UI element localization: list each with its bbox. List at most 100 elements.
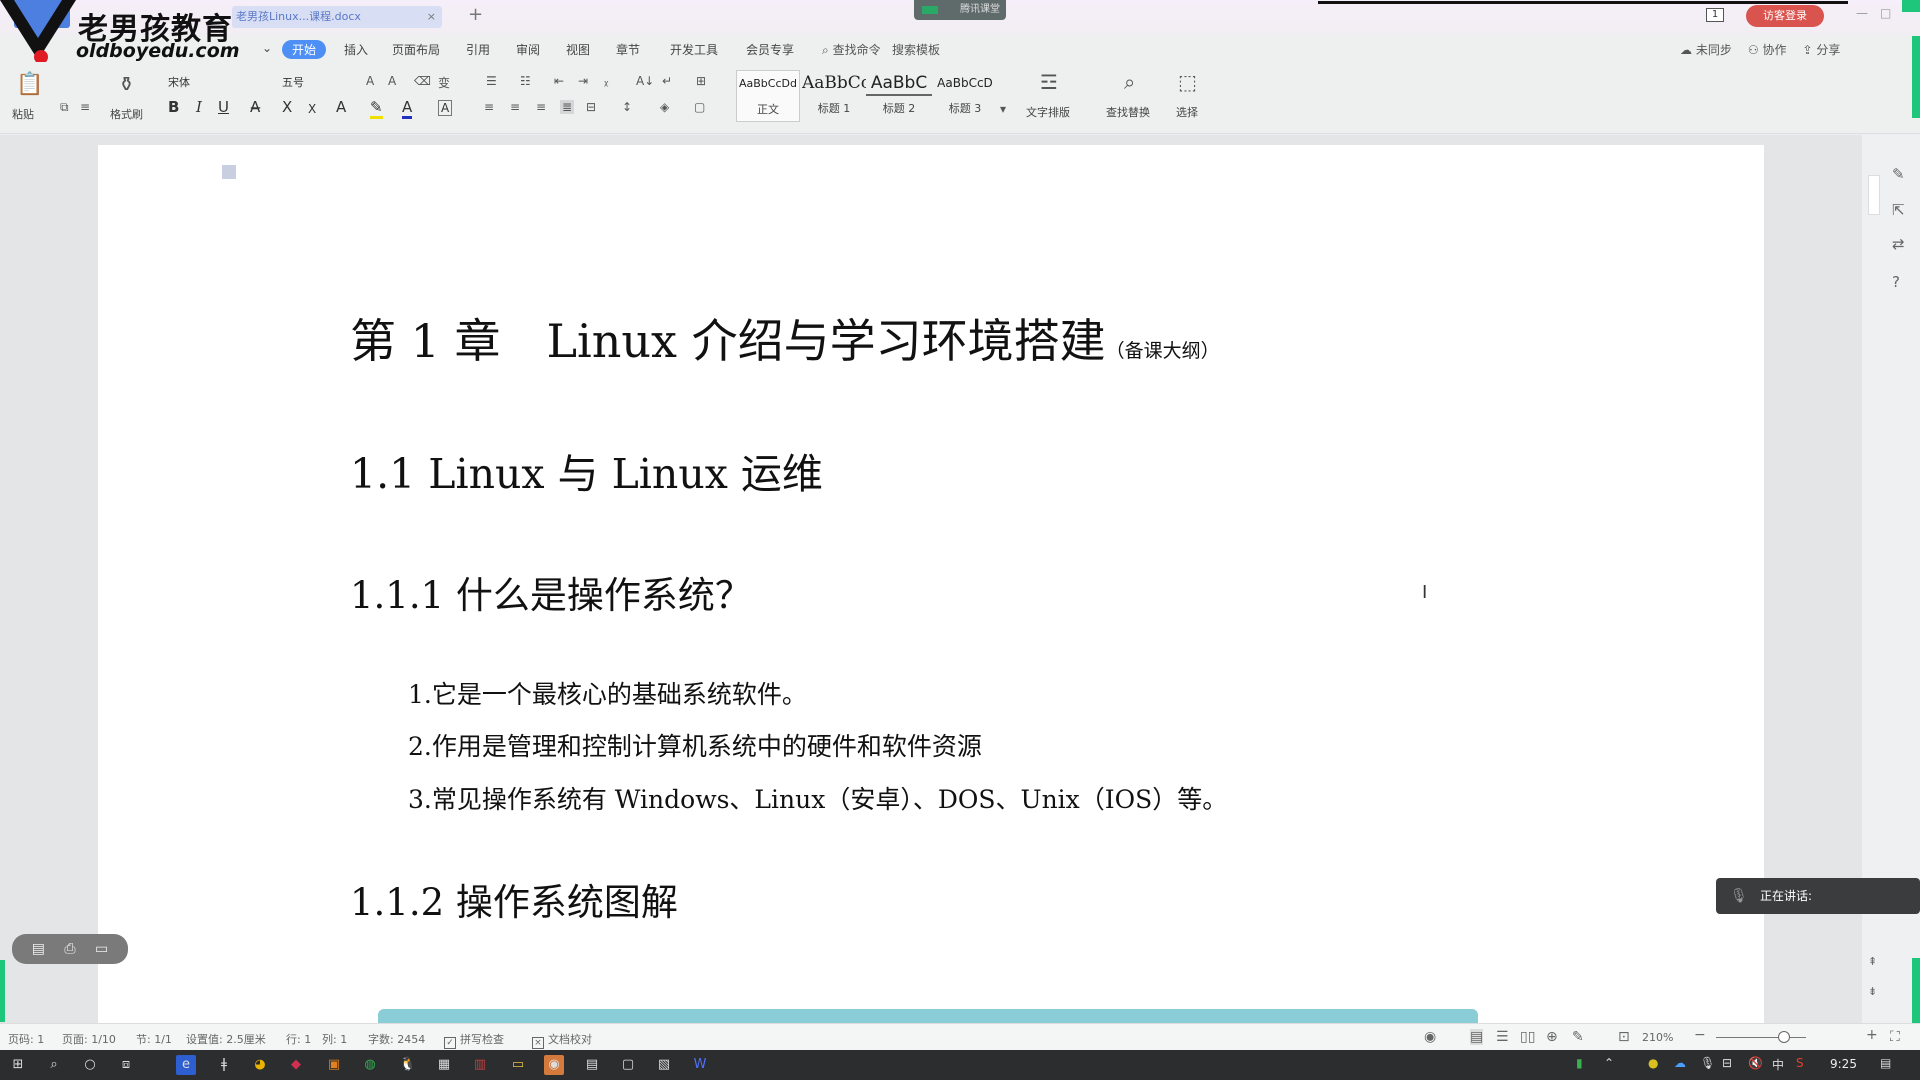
cortana-icon[interactable]: ○	[80, 1055, 100, 1075]
increase-indent-icon[interactable]: ⇥	[578, 74, 588, 88]
sync-button[interactable]: ☁ 未同步	[1680, 41, 1732, 58]
tray-app-icon[interactable]: ●	[1648, 1056, 1658, 1070]
login-button[interactable]: 访客登录	[1746, 5, 1824, 27]
eye-protection-icon[interactable]: ◉	[1424, 1029, 1436, 1045]
app-icon-explorer[interactable]: ▭	[508, 1055, 528, 1075]
cut-icon[interactable]: ≡	[80, 100, 90, 114]
heading-1-1[interactable]: 1.1 Linux 与 Linux 运维	[350, 440, 823, 500]
app-icon-xmind[interactable]: ◆	[286, 1055, 306, 1075]
find-replace-icon[interactable]: ⌕	[1124, 70, 1135, 94]
collaborate-button[interactable]: ⚇ 协作	[1748, 41, 1787, 58]
show-marks-icon[interactable]: ↵	[662, 74, 672, 88]
fullscreen-icon[interactable]: ⛶	[1890, 1029, 1900, 1045]
subscript-icon[interactable]: X	[308, 102, 316, 116]
help-icon[interactable]: ?	[1892, 273, 1900, 291]
maximize-icon[interactable]: □	[1880, 6, 1891, 20]
list-item[interactable]: 2.作用是管理和控制计算机系统中的硬件和软件资源	[408, 727, 982, 763]
zoom-slider-handle[interactable]	[1777, 1031, 1790, 1043]
spell-check-toggle[interactable]: ✓ 拼写检查	[444, 1031, 504, 1049]
align-right-icon[interactable]: ≡	[536, 100, 546, 114]
highlight-icon[interactable]: ✎	[370, 98, 383, 119]
notification-icon[interactable]: ▤	[1880, 1056, 1891, 1070]
font-color-icon[interactable]: A	[402, 98, 413, 119]
zoom-level[interactable]: 210%	[1642, 1031, 1673, 1044]
app-icon-notes[interactable]: ▤	[582, 1055, 602, 1075]
share-button[interactable]: ⇪ 分享	[1802, 41, 1840, 58]
pinyin-icon[interactable]: 变	[438, 74, 450, 91]
paste-label[interactable]: 粘贴	[12, 106, 34, 122]
search-template-label[interactable]: 搜索模板	[892, 43, 940, 57]
status-position[interactable]: 设置值: 2.5厘米	[186, 1031, 266, 1047]
tray-sogou-icon[interactable]: S	[1796, 1056, 1804, 1070]
style-heading-3[interactable]: AaBbCcD 标题 3	[932, 70, 998, 122]
command-search[interactable]: ⌕ 查找命令 搜索模板	[822, 41, 940, 58]
heading-1-1-2[interactable]: 1.1.2 操作系统图解	[350, 872, 678, 926]
border-icon[interactable]: ▢	[694, 100, 705, 114]
clear-format-icon[interactable]: ⌫	[414, 74, 431, 88]
search-icon[interactable]: ⌕	[44, 1055, 64, 1075]
print-icon[interactable]: ⎙	[64, 941, 75, 957]
status-section[interactable]: 节: 1/1	[136, 1031, 172, 1047]
distribute-icon[interactable]: ⊟	[586, 100, 596, 114]
italic-button[interactable]: I	[196, 98, 202, 116]
superscript-icon[interactable]: X	[282, 98, 292, 116]
page-indicator[interactable]: 1	[1706, 8, 1724, 22]
minimize-icon[interactable]: —	[1856, 6, 1868, 20]
text-layout-icon[interactable]: ☲	[1040, 70, 1058, 94]
shading-icon[interactable]: ◈	[660, 100, 669, 114]
taskbar-clock[interactable]: 9:25	[1830, 1057, 1857, 1071]
menu-item-references[interactable]: 引用	[466, 41, 490, 58]
menu-item-page-layout[interactable]: 页面布局	[392, 41, 440, 58]
chinese-layout-icon[interactable]: ᵪ	[604, 74, 608, 88]
close-tab-icon[interactable]: ×	[427, 6, 436, 28]
edit-pen-icon[interactable]: ✎	[1892, 165, 1905, 183]
add-tab-icon[interactable]: +	[468, 4, 483, 25]
grow-font-icon[interactable]: A	[366, 74, 374, 88]
align-center-icon[interactable]: ≡	[510, 100, 520, 114]
select-label[interactable]: 选择	[1176, 104, 1198, 120]
numbered-list-icon[interactable]: ☷	[520, 74, 531, 88]
list-item[interactable]: 1.它是一个最核心的基础系统软件。	[408, 675, 807, 711]
menu-item-review[interactable]: 审阅	[516, 41, 540, 58]
select-cursor-icon[interactable]: ⇱	[1892, 201, 1905, 219]
chapter-title[interactable]: 第 1 章 Linux 介绍与学习环境搭建（备课大纲）	[350, 305, 1220, 371]
shrink-font-icon[interactable]: A	[388, 74, 396, 88]
prev-page-icon[interactable]: ⇞	[1868, 955, 1877, 968]
list-item[interactable]: 3.常见操作系统有 Windows、Linux（安卓）、DOS、Unix（IOS…	[408, 780, 1227, 816]
vertical-scrollbar[interactable]	[1868, 175, 1880, 215]
format-painter-icon[interactable]: ⚱	[118, 72, 135, 96]
status-col[interactable]: 列: 1	[322, 1031, 347, 1047]
comment-icon[interactable]: ▭	[95, 941, 108, 957]
find-replace-label[interactable]: 查找替换	[1106, 104, 1150, 120]
menu-item-chapter[interactable]: 章节	[616, 41, 640, 58]
app-icon-paint[interactable]: ▧	[654, 1055, 674, 1075]
font-size-select[interactable]: 五号	[278, 74, 356, 92]
style-normal[interactable]: AaBbCcDd 正文	[736, 70, 800, 122]
app-icon-flashlight[interactable]: ǂ	[214, 1055, 234, 1075]
mini-window-thumbnail[interactable]: 腾讯课堂	[914, 0, 1006, 20]
app-icon-virtualbox[interactable]: ▣	[324, 1055, 344, 1075]
menu-item-insert[interactable]: 插入	[344, 41, 368, 58]
settings-sliders-icon[interactable]: ⇄	[1892, 235, 1905, 253]
next-page-icon[interactable]: ⇟	[1868, 985, 1877, 998]
zoom-slider[interactable]	[1716, 1031, 1806, 1043]
task-view-icon[interactable]: ⧈	[116, 1055, 136, 1075]
text-layout-label[interactable]: 文字排版	[1026, 104, 1070, 120]
decrease-indent-icon[interactable]: ⇤	[554, 74, 564, 88]
style-heading-1[interactable]: AaBbCc 标题 1	[802, 70, 866, 122]
os-diagram-image[interactable]	[378, 1009, 1478, 1023]
outline-icon[interactable]: ▤	[32, 941, 45, 957]
app-icon-wechat[interactable]: ◍	[360, 1055, 380, 1075]
write-view-icon[interactable]: ✎	[1572, 1029, 1584, 1045]
heading-1-1-1[interactable]: 1.1.1 什么是操作系统？	[350, 565, 752, 619]
sort-icon[interactable]: A↓	[636, 74, 654, 88]
doc-proof-toggle[interactable]: × 文档校对	[532, 1031, 592, 1049]
tray-cloud-icon[interactable]: ☁	[1674, 1056, 1686, 1070]
text-effect-icon[interactable]: A	[336, 98, 346, 116]
underline-button[interactable]: U	[218, 98, 229, 116]
menu-collapse-icon[interactable]: ⌄	[262, 41, 272, 55]
outline-view-icon[interactable]: ☰	[1496, 1029, 1509, 1045]
line-spacing-icon[interactable]: ↕	[622, 100, 632, 114]
app-icon-chrome[interactable]: ◕	[250, 1055, 270, 1075]
table-icon[interactable]: ⊞	[696, 74, 706, 88]
